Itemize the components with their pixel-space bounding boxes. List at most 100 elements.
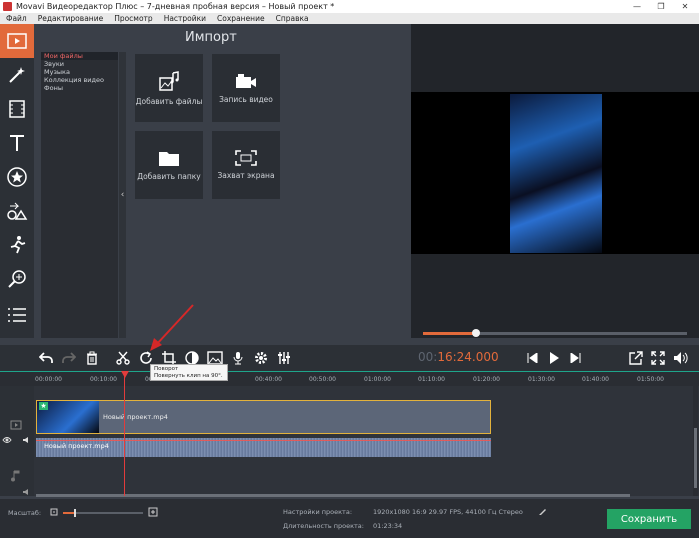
list-icon [8, 308, 26, 322]
mute-track-icon[interactable] [22, 436, 32, 444]
skip-forward-icon [570, 353, 581, 363]
zoom-in-icon[interactable] [148, 507, 158, 517]
music-track-icon [11, 470, 20, 482]
zoom-out-icon[interactable] [50, 508, 58, 516]
video-frame [510, 94, 602, 253]
skip-back-icon [527, 353, 538, 363]
timeline-horizontal-scrollbar[interactable] [36, 494, 630, 497]
app-icon [3, 2, 12, 11]
camera-icon [236, 74, 256, 88]
star-circle-icon [7, 167, 27, 187]
next-frame-button[interactable] [565, 347, 587, 369]
ruler-tick: 01:20:00 [473, 376, 500, 383]
scale-label: Масштаб: [8, 509, 42, 517]
maximize-button[interactable]: ❐ [649, 0, 673, 13]
ruler-tick: 01:30:00 [528, 376, 555, 383]
volume-button[interactable] [670, 347, 692, 369]
play-button[interactable] [543, 347, 565, 369]
menu-edit[interactable]: Редактирование [38, 14, 103, 23]
record-video-button[interactable]: Запись видео [212, 54, 280, 122]
crop-icon [162, 351, 176, 365]
menu-file[interactable]: Файл [6, 14, 27, 23]
menu-export[interactable]: Сохранение [217, 14, 265, 23]
tooltip-text: Повернуть клип на 90°. [154, 373, 223, 379]
seek-bar[interactable] [423, 329, 687, 337]
callouts-tool-button[interactable] [0, 194, 34, 228]
menu-help[interactable]: Справка [276, 14, 309, 23]
trash-icon [87, 351, 97, 365]
project-settings-label: Настройки проекта: [283, 508, 353, 516]
menu-settings[interactable]: Настройки [164, 14, 206, 23]
equalizer-icon [278, 352, 290, 364]
category-backgrounds[interactable]: Фоны [41, 84, 118, 92]
transitions-tool-button[interactable] [0, 92, 34, 126]
seek-handle[interactable] [471, 329, 480, 337]
collapse-panel-button[interactable]: ‹ [119, 52, 126, 338]
gear-icon [255, 352, 267, 364]
record-audio-button[interactable] [227, 347, 249, 369]
timecode: 00:16:24.000 [418, 350, 499, 364]
filters-tool-button[interactable] [0, 58, 34, 92]
video-track-icon [10, 420, 22, 430]
import-tool-button[interactable] [0, 24, 34, 58]
titles-tool-button[interactable] [0, 126, 34, 160]
more-tools-button[interactable] [0, 298, 34, 332]
music-mute-icon[interactable] [22, 488, 32, 496]
playhead[interactable] [124, 371, 125, 496]
pencil-icon[interactable] [538, 506, 548, 516]
stickers-tool-button[interactable] [0, 160, 34, 194]
import-categories: Мои файлы Звуки Музыка Коллекция видео Ф… [41, 52, 118, 338]
add-folder-label: Добавить папку [137, 172, 201, 181]
image-icon [207, 351, 223, 365]
chevron-left-icon: ‹ [120, 190, 125, 200]
import-title: Импорт [185, 30, 237, 45]
playhead-handle[interactable] [121, 371, 129, 378]
previous-frame-button[interactable] [521, 347, 543, 369]
add-folder-button[interactable]: Добавить папку [135, 131, 203, 199]
ruler-tick: 00:10:00 [90, 376, 117, 383]
add-files-button[interactable]: Добавить файлы [135, 54, 203, 122]
category-sounds[interactable]: Звуки [41, 60, 118, 68]
category-my-files[interactable]: Мои файлы [41, 52, 118, 60]
equalizer-button[interactable] [273, 347, 295, 369]
cut-button[interactable] [112, 347, 134, 369]
category-video-collection[interactable]: Коллекция видео [41, 76, 118, 84]
add-files-label: Добавить файлы [135, 97, 203, 106]
track-headers [0, 386, 34, 496]
ruler-tick: 00:50:00 [309, 376, 336, 383]
magic-wand-icon [9, 67, 25, 83]
eye-icon[interactable] [2, 436, 12, 444]
vertical-scroll-thumb[interactable] [694, 428, 697, 488]
detach-preview-button[interactable] [625, 347, 647, 369]
clip-properties-button[interactable] [250, 347, 272, 369]
scale-slider-handle[interactable] [74, 509, 76, 517]
redo-button[interactable] [58, 347, 80, 369]
zoom-icon [8, 270, 26, 288]
audio-clip-label: Новый проект.mp4 [44, 442, 109, 450]
zoom-tool-button[interactable] [0, 262, 34, 296]
rotate-tooltip: Поворот Повернуть клип на 90°. [150, 364, 228, 381]
screen-capture-button[interactable]: Захват экрана [212, 131, 280, 199]
ruler-tick: 01:10:00 [418, 376, 445, 383]
speaker-icon [674, 352, 688, 364]
timeline-ruler[interactable]: 00:00:00 00:10:00 00:20:00 00:30:00 00:4… [0, 371, 699, 387]
save-button[interactable]: Сохранить [607, 509, 691, 529]
video-clip-label: Новый проект.mp4 [103, 413, 168, 421]
ruler-tick: 01:40:00 [582, 376, 609, 383]
category-music[interactable]: Музыка [41, 68, 118, 76]
menu-view[interactable]: Просмотр [114, 14, 153, 23]
motion-tool-button[interactable] [0, 228, 34, 262]
minimize-button[interactable]: — [625, 0, 649, 13]
undo-icon [39, 352, 53, 363]
play-icon [550, 352, 559, 364]
fullscreen-button[interactable] [647, 347, 669, 369]
volume-line[interactable] [36, 440, 491, 441]
window-title: Movavi Видеоредактор Плюс – 7-дневная пр… [16, 2, 335, 11]
film-play-icon [7, 33, 27, 49]
undo-button[interactable] [35, 347, 57, 369]
ruler-tick: 01:50:00 [637, 376, 664, 383]
media-files-icon [159, 71, 179, 91]
project-duration-label: Длительность проекта: [283, 522, 364, 530]
delete-button[interactable] [81, 347, 103, 369]
close-button[interactable]: ✕ [673, 0, 697, 13]
